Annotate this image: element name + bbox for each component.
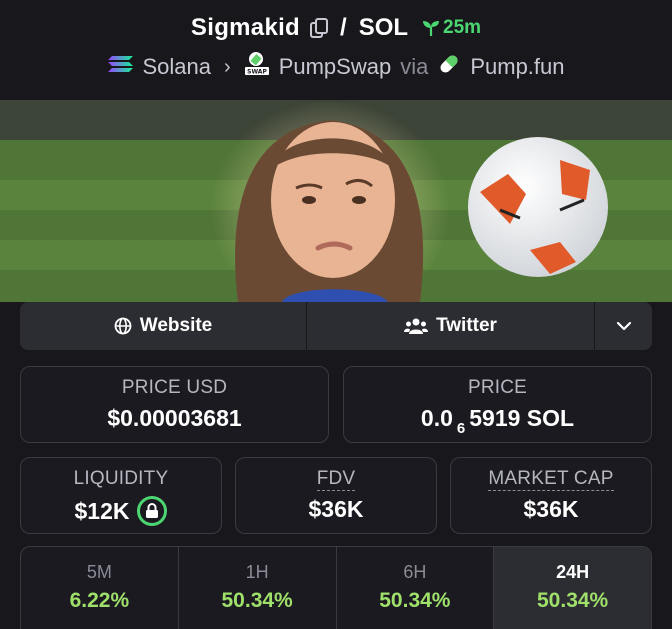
fdv-card: FDV $36K xyxy=(235,457,437,534)
twitter-button[interactable]: Twitter xyxy=(307,302,595,350)
tab-6h[interactable]: 6H 50.34% xyxy=(337,547,495,629)
tab-5m[interactable]: 5M 6.22% xyxy=(21,547,179,629)
token-name: Sigmakid xyxy=(190,14,301,41)
pair-age: 25m xyxy=(422,17,481,39)
price-usd-label: PRICE USD xyxy=(121,377,228,398)
liquidity-card: LIQUIDITY $12K xyxy=(20,457,222,534)
liquidity-label: LIQUIDITY xyxy=(73,468,169,489)
route-breadcrumb: Solana › SWAP PumpSwap via Pump.fun xyxy=(0,52,672,82)
price-native-label: PRICE xyxy=(467,377,528,398)
tab-label: 1H xyxy=(245,562,269,582)
chevron-right-icon: › xyxy=(224,55,231,78)
age-value: 25m xyxy=(443,17,482,38)
fdv-label[interactable]: FDV xyxy=(236,468,436,491)
token-banner-image xyxy=(0,100,672,302)
token-header: Sigmakid / SOL 25m Solana › SWAP PumpSwa… xyxy=(0,0,672,100)
social-links-bar: Website Twitter xyxy=(20,302,652,350)
price-native-value: 0.0 6 5919 SOL xyxy=(420,405,575,437)
pair-title: Sigmakid / SOL 25m xyxy=(0,14,672,42)
price-change-value: 50.34% xyxy=(221,589,293,612)
tab-24h[interactable]: 24H 50.34% xyxy=(494,547,651,629)
chevron-down-icon xyxy=(616,321,631,331)
fdv-value: $36K xyxy=(308,496,364,522)
market-cap-label[interactable]: MARKET CAP xyxy=(451,468,651,491)
website-label: Website xyxy=(139,315,213,336)
copy-icon[interactable] xyxy=(310,18,329,38)
chain-link[interactable]: Solana xyxy=(143,54,212,80)
price-native-card: PRICE 0.0 6 5919 SOL xyxy=(343,366,652,443)
solana-icon xyxy=(107,54,134,80)
pill-icon xyxy=(437,52,461,82)
market-cap-card: MARKET CAP $36K xyxy=(450,457,652,534)
sprout-icon xyxy=(423,21,440,36)
price-usd-value: $0.00003681 xyxy=(107,405,242,431)
twitter-label: Twitter xyxy=(436,315,497,336)
price-change-value: 6.22% xyxy=(69,589,130,612)
timeframe-tabs: 5M 6.22% 1H 50.34% 6H 50.34% 24H 50.34% xyxy=(20,546,652,629)
more-links-button[interactable] xyxy=(595,302,652,350)
lock-icon[interactable] xyxy=(137,496,168,526)
dex-link[interactable]: PumpSwap xyxy=(279,54,392,80)
market-cap-value: $36K xyxy=(523,496,579,522)
via-label: via xyxy=(400,54,429,79)
price-change-value: 50.34% xyxy=(537,589,609,612)
price-usd-card: PRICE USD $0.00003681 xyxy=(20,366,329,443)
price-change-value: 50.34% xyxy=(379,589,451,612)
tab-label: 6H xyxy=(403,562,427,582)
tab-label: 24H xyxy=(556,562,590,582)
users-icon xyxy=(404,318,429,334)
liquidity-value: $12K xyxy=(21,496,221,526)
globe-icon xyxy=(114,317,132,335)
svg-text:SWAP: SWAP xyxy=(247,69,267,76)
website-button[interactable]: Website xyxy=(20,302,307,350)
tab-1h[interactable]: 1H 50.34% xyxy=(179,547,337,629)
price-zero-count: 6 xyxy=(456,420,466,437)
pair-separator: / xyxy=(340,14,347,41)
quote-token: SOL xyxy=(358,14,409,41)
pumpswap-icon: SWAP xyxy=(244,52,270,82)
tab-label: 5M xyxy=(86,562,112,582)
launchpad-link[interactable]: Pump.fun xyxy=(470,54,564,80)
